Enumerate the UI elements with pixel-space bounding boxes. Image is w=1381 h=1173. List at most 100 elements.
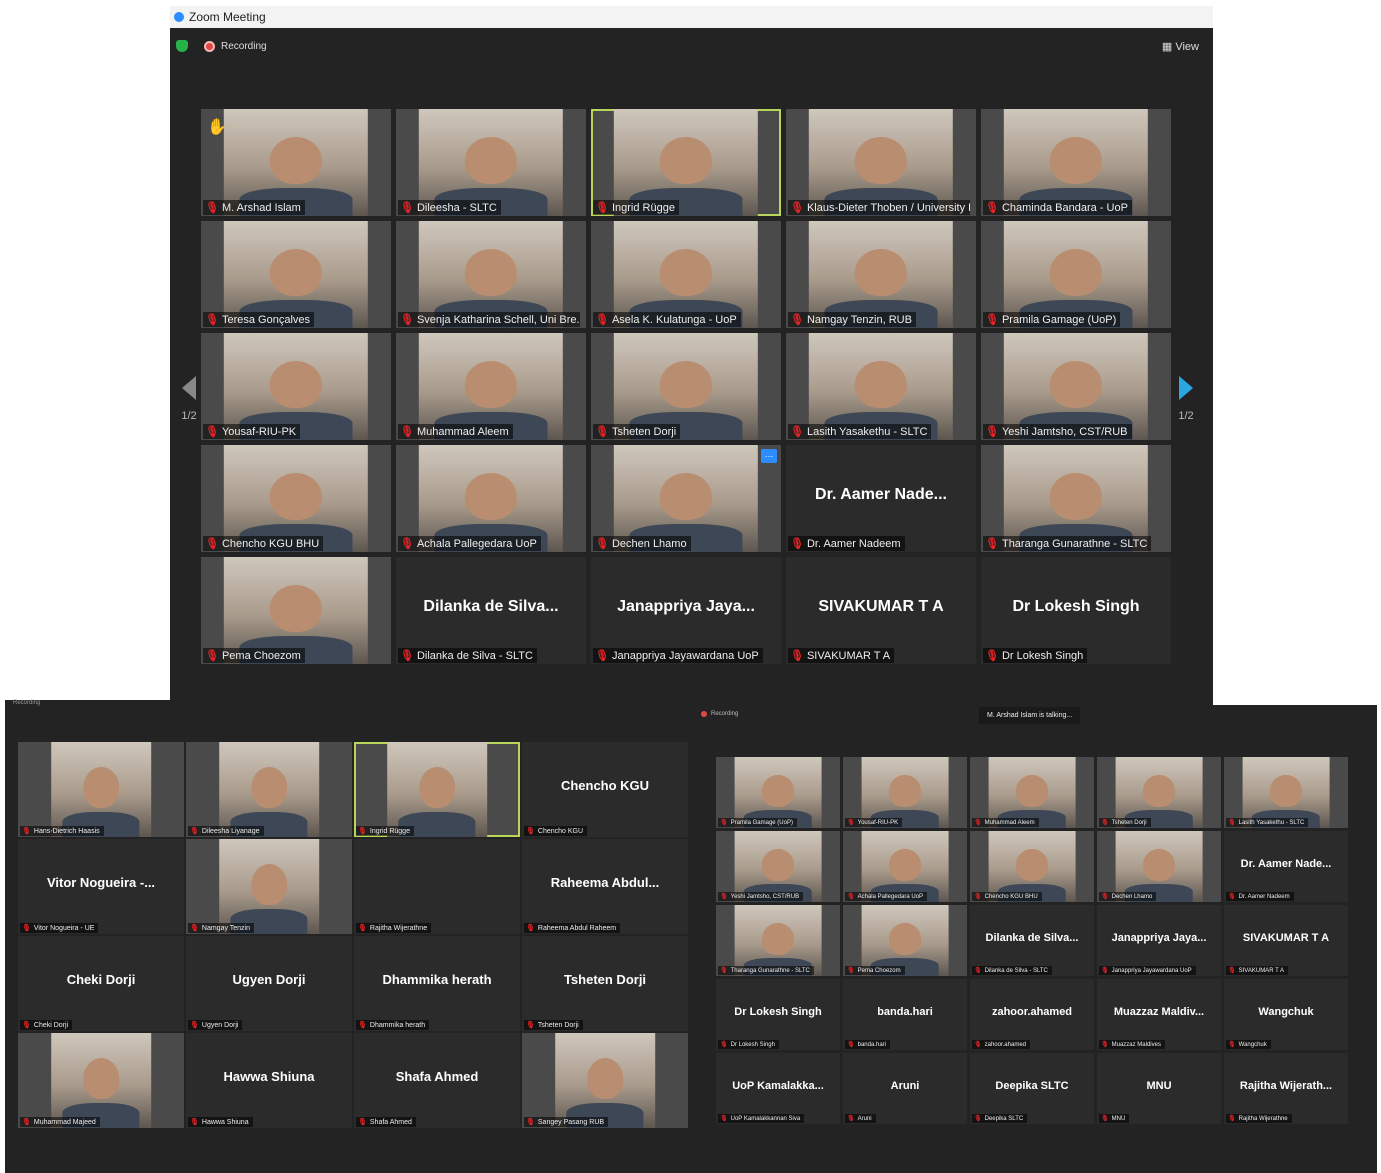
participant-tile-lasith-yasakethu-sltc[interactable]: 🎙 Lasith Yasakethu - SLTC [786, 333, 976, 440]
participant-tile-namgay-tenzin[interactable]: 🎙 Namgay Tenzin [186, 839, 352, 934]
participant-tile-dilanka-de-silva-sltc[interactable]: Dilanka de Silva... 🎙 Dilanka de Silva - S… [970, 905, 1094, 976]
participant-tile-dilanka-de-silva-sltc[interactable]: Dilanka de Silva... 🎙 Dilanka de Silva - S… [396, 557, 586, 664]
participant-tile-dileesha-liyanage[interactable]: 🎙 Dileesha Liyanage [186, 742, 352, 837]
participant-tile-banda-hari[interactable]: banda.hari 🎙 banda.hari [843, 979, 967, 1050]
participant-tile-svenja-katharina-schell-uni-bre[interactable]: 🎙 Svenja Katharina Schell, Uni Bre... [396, 221, 586, 328]
participant-tile-m-arshad-islam[interactable]: ✋ 🎙 M. Arshad Islam [201, 109, 391, 216]
participant-tile-klaus-dieter-thoben-university-b[interactable]: 🎙 Klaus-Dieter Thoben / University B... [786, 109, 976, 216]
participant-tile-muhammad-majeed[interactable]: 🎙 Muhammad Majeed [18, 1033, 184, 1128]
participant-tile-dr-lokesh-singh[interactable]: Dr Lokesh Singh 🎙 Dr Lokesh Singh [716, 979, 840, 1050]
participant-name: Chaminda Bandara - UoP [1001, 201, 1128, 214]
participant-tile-chencho-kgu-bhu[interactable]: 🎙 Chencho KGU BHU [201, 445, 391, 552]
participant-tile-achala-pallegedara-uop[interactable]: 🎙 Achala Pallegedara UoP [396, 445, 586, 552]
participant-tile-sivakumar-t-a[interactable]: SIVAKUMAR T A 🎙 SIVAKUMAR T A [1224, 905, 1348, 976]
participant-tile-shafa-ahmed[interactable]: Shafa Ahmed 🎙 Shafa Ahmed [354, 1033, 520, 1128]
participant-tile-dechen-lhamo[interactable]: 🎙 Dechen Lhamo [1097, 831, 1221, 902]
participant-tile-mnu[interactable]: MNU 🎙 MNU [1097, 1053, 1221, 1124]
view-button[interactable]: ▦ View [1162, 40, 1199, 53]
muted-mic-icon: 🎙 [190, 1119, 199, 1126]
participant-tile-achala-pallegedara-uop[interactable]: 🎙 Achala Pallegedara UoP [843, 831, 967, 902]
participant-tile-rajitha-wijerathne[interactable]: Rajitha Wijerath... 🎙 Rajitha Wijerathne [1224, 1053, 1348, 1124]
participant-tile-rajitha-wijerathne[interactable]: 🎙 Rajitha Wijerathne [354, 839, 520, 934]
participant-name-label: 🎙 Tsheten Dorji [1099, 818, 1151, 827]
participant-tile-pramila-gamage-uop[interactable]: 🎙 Pramila Gamage (UoP) [716, 757, 840, 828]
participant-tile-muhammad-aleem[interactable]: 🎙 Muhammad Aleem [396, 333, 586, 440]
participant-name-label: 🎙 Muazzaz Maldives [1099, 1040, 1165, 1049]
participant-tile-yeshi-jamtsho-cst-rub[interactable]: 🎙 Yeshi Jamtsho, CST/RUB [981, 333, 1171, 440]
security-shield-icon[interactable] [176, 40, 188, 52]
participant-tile-dhammika-herath[interactable]: Dhammika herath 🎙 Dhammika herath [354, 936, 520, 1031]
participant-name-label: 🎙 Ingrid Rügge [593, 200, 679, 215]
participant-name-label: 🎙 Vitor Nogueira - UE [20, 923, 99, 933]
participant-tile-vitor-nogueira-ue[interactable]: Vitor Nogueira -... 🎙 Vitor Nogueira - UE [18, 839, 184, 934]
participant-tile-pramila-gamage-uop[interactable]: 🎙 Pramila Gamage (UoP) [981, 221, 1171, 328]
participant-tile-chaminda-bandara-uop[interactable]: 🎙 Chaminda Bandara - UoP [981, 109, 1171, 216]
participant-name-label: 🎙 Asela K. Kulatunga - UoP [593, 312, 741, 327]
participant-tile-lasith-yasakethu-sltc[interactable]: 🎙 Lasith Yasakethu - SLTC [1224, 757, 1348, 828]
muted-mic-icon: 🎙 [985, 650, 999, 662]
participant-tile-ugyen-dorji[interactable]: Ugyen Dorji 🎙 Ugyen Dorji [186, 936, 352, 1031]
muted-mic-icon: 🎙 [400, 202, 414, 214]
page-indicator-right: 1/2 [1178, 410, 1194, 422]
participant-tile-pema-choezom[interactable]: 🎙 Pema Choezom [201, 557, 391, 664]
participant-tile-raheema-abdul-raheem[interactable]: Raheema Abdul... 🎙 Raheema Abdul Raheem [522, 839, 688, 934]
participant-tile-sangey-pasang-rub[interactable]: 🎙 Sangey Pasang RUB [522, 1033, 688, 1128]
participant-tile-dr-aamer-nadeem[interactable]: Dr. Aamer Nade... 🎙 Dr. Aamer Nadeem [1224, 831, 1348, 902]
participant-tile-janappriya-jayawardana-uop[interactable]: Janappriya Jaya... 🎙 Janappriya Jayawardan… [591, 557, 781, 664]
participant-tile-tsheten-dorji[interactable]: 🎙 Tsheten Dorji [1097, 757, 1221, 828]
muted-mic-icon: 🎙 [985, 202, 999, 214]
muted-mic-icon: 🎙 [526, 925, 535, 932]
participant-tile-wangchuk[interactable]: Wangchuk 🎙 Wangchuk [1224, 979, 1348, 1050]
participant-tile-muazzaz-maldives[interactable]: Muazzaz Maldiv... 🎙 Muazzaz Maldives [1097, 979, 1221, 1050]
participant-tile-muhammad-aleem[interactable]: 🎙 Muhammad Aleem [970, 757, 1094, 828]
participant-tile-cheki-dorji[interactable]: Cheki Dorji 🎙 Cheki Dorji [18, 936, 184, 1031]
muted-mic-icon: 🎙 [190, 828, 199, 835]
previous-page-button[interactable]: 1/2 [176, 376, 202, 422]
participant-tile-sivakumar-t-a[interactable]: SIVAKUMAR T A 🎙 SIVAKUMAR T A [786, 557, 976, 664]
participant-head [270, 136, 322, 184]
participant-tile-hans-dietrich-haasis[interactable]: 🎙 Hans-Dietrich Haasis [18, 742, 184, 837]
participant-head [1050, 360, 1102, 408]
participant-tile-tsheten-dorji[interactable]: 🎙 Tsheten Dorji [591, 333, 781, 440]
participant-tile-hawwa-shiuna[interactable]: Hawwa Shiuna 🎙 Hawwa Shiuna [186, 1033, 352, 1128]
participant-tile-dr-aamer-nadeem[interactable]: Dr. Aamer Nade... 🎙 Dr. Aamer Nadeem [786, 445, 976, 552]
participant-tile-chencho-kgu-bhu[interactable]: 🎙 Chencho KGU BHU [970, 831, 1094, 902]
participant-name-label: 🎙 Dechen Lhamo [593, 536, 691, 551]
participant-name: Tsheten Dorji [611, 425, 677, 438]
muted-mic-icon: 🎙 [847, 1116, 855, 1122]
participant-tile-zahoor-ahamed[interactable]: zahoor.ahamed 🎙 zahoor.ahamed [970, 979, 1094, 1050]
participant-tile-uop-kamalakkannan-siva[interactable]: UoP Kamalakka... 🎙 UoP Kamalakkannan Siva [716, 1053, 840, 1124]
participant-tile-tsheten-dorji[interactable]: Tsheten Dorji 🎙 Tsheten Dorji [522, 936, 688, 1031]
participant-tile-aruni[interactable]: Aruni 🎙 Aruni [843, 1053, 967, 1124]
more-options-icon[interactable]: … [761, 449, 777, 463]
participant-name-label: 🎙 Rajitha Wijerathne [356, 923, 432, 933]
participant-tile-janappriya-jayawardana-uop[interactable]: Janappriya Jaya... 🎙 Janappriya Jayawardan… [1097, 905, 1221, 976]
muted-mic-icon: 🎙 [985, 538, 999, 550]
participant-tile-ingrid-r-gge[interactable]: 🎙 Ingrid Rügge [591, 109, 781, 216]
participant-tile-tharanga-gunarathne-sltc[interactable]: 🎙 Tharanga Gunarathne - SLTC [981, 445, 1171, 552]
participant-tile-yeshi-jamtsho-cst-rub[interactable]: 🎙 Yeshi Jamtsho, CST/RUB [716, 831, 840, 902]
participant-tile-deepika-sltc[interactable]: Deepika SLTC 🎙 Deepika SLTC [970, 1053, 1094, 1124]
participant-tile-yousaf-riu-pk[interactable]: 🎙 Yousaf-RIU-PK [843, 757, 967, 828]
muted-mic-icon: 🎙 [974, 1116, 982, 1122]
participant-tile-asela-k-kulatunga-uop[interactable]: 🎙 Asela K. Kulatunga - UoP [591, 221, 781, 328]
participant-name: Rajitha Wijerathne [1238, 1115, 1288, 1122]
participant-name: Tsheten Dorji [537, 1021, 579, 1029]
participant-tile-namgay-tenzin-rub[interactable]: 🎙 Namgay Tenzin, RUB [786, 221, 976, 328]
participant-tile-pema-choezom[interactable]: 🎙 Pema Choezom [843, 905, 967, 976]
next-page-button[interactable]: 1/2 [1173, 376, 1199, 422]
participant-tile-teresa-gon-alves[interactable]: 🎙 Teresa Gonçalves [201, 221, 391, 328]
participant-tile-dechen-lhamo[interactable]: … 🎙 Dechen Lhamo [591, 445, 781, 552]
participant-name-label: 🎙 Muhammad Majeed [20, 1117, 100, 1127]
participant-tile-chencho-kgu[interactable]: Chencho KGU 🎙 Chencho KGU [522, 742, 688, 837]
muted-mic-icon: 🎙 [974, 894, 982, 900]
participant-name-label: 🎙 UoP Kamalakkannan Siva [718, 1114, 805, 1123]
participant-name-label: 🎙 SIVAKUMAR T A [1226, 966, 1288, 975]
participant-name-label: 🎙 Raheema Abdul Raheem [524, 923, 621, 933]
participant-tile-tharanga-gunarathne-sltc[interactable]: 🎙 Tharanga Gunarathne - SLTC [716, 905, 840, 976]
participant-tile-ingrid-r-gge[interactable]: 🎙 Ingrid Rügge [354, 742, 520, 837]
participant-tile-dr-lokesh-singh[interactable]: Dr Lokesh Singh 🎙 Dr Lokesh Singh [981, 557, 1171, 664]
participant-name: SIVAKUMAR T A [806, 649, 891, 662]
participant-tile-yousaf-riu-pk[interactable]: 🎙 Yousaf-RIU-PK [201, 333, 391, 440]
participant-tile-dileesha-sltc[interactable]: 🎙 Dileesha - SLTC [396, 109, 586, 216]
